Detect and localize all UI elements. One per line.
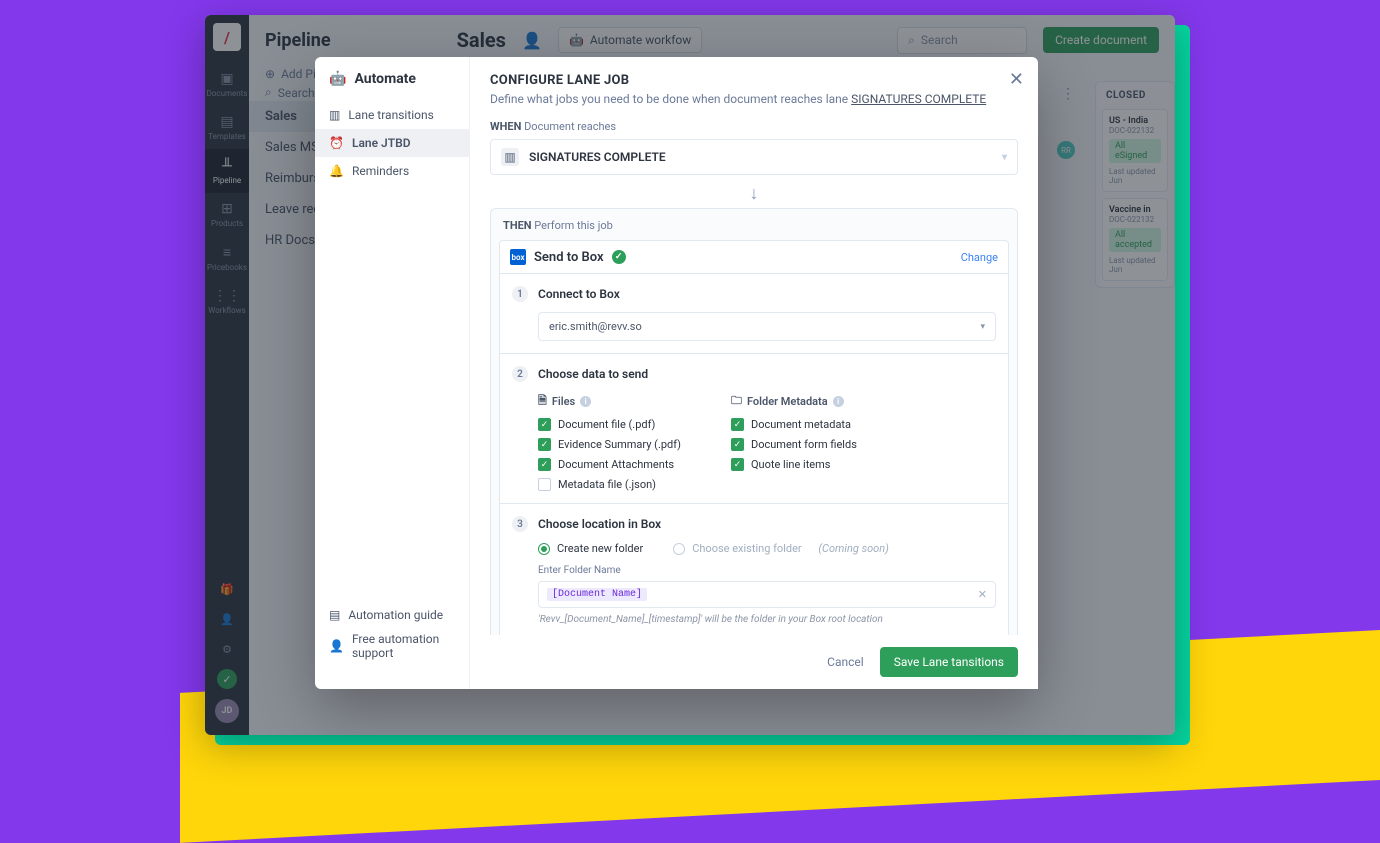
folder-name-label: Enter Folder Name [538, 565, 996, 576]
checkbox-option[interactable]: ✓Document file (.pdf) [538, 418, 681, 431]
checkbox-option[interactable]: Metadata file (.json) [538, 478, 681, 491]
info-icon[interactable]: i [833, 396, 844, 407]
box-logo-icon: box [510, 249, 526, 265]
columns-icon: ▥ [329, 108, 340, 122]
modal-description: Define what jobs you need to be done whe… [490, 92, 1018, 106]
checkbox-option[interactable]: ✓Document Attachments [538, 458, 681, 471]
clear-icon[interactable]: ✕ [978, 588, 987, 601]
folder-name-input[interactable]: [Document Name] ✕ [538, 581, 996, 608]
job-header: box Send to Box ✓ Change [499, 240, 1009, 274]
support-link[interactable]: 👤Free automation support [329, 627, 455, 665]
checkbox-option[interactable]: ✓Quote line items [731, 458, 857, 471]
nav-reminders[interactable]: 🔔Reminders [315, 157, 469, 185]
chevron-down-icon: ▾ [980, 322, 985, 332]
app-window: / ▣Documents ▤Templates ╨Pipeline ⊞Produ… [205, 15, 1175, 735]
lane-icon: ▥ [501, 148, 519, 166]
checkbox-option[interactable]: ✓Document form fields [731, 438, 857, 451]
book-icon: ▤ [329, 608, 340, 622]
automate-modal: 🤖Automate ▥Lane transitions ⏰Lane JTBD 🔔… [315, 57, 1038, 689]
modal-body: ✕ CONFIGURE LANE JOB Define what jobs yo… [470, 57, 1038, 689]
variable-tag[interactable]: [Document Name] [547, 588, 647, 601]
file-icon: 🗎 [538, 392, 547, 411]
chevron-down-icon: ▾ [1002, 152, 1007, 163]
arrow-down-icon: ↓ [490, 175, 1018, 208]
folder-icon: 🗀 [731, 392, 742, 411]
modal-footer: Cancel Save Lane tansitions [470, 635, 1038, 689]
modal-sidebar: 🤖Automate ▥Lane transitions ⏰Lane JTBD 🔔… [315, 57, 470, 689]
close-button[interactable]: ✕ [1009, 69, 1024, 90]
checkbox-option[interactable]: ✓Evidence Summary (.pdf) [538, 438, 681, 451]
lane-select[interactable]: ▥ SIGNATURES COMPLETE ▾ [490, 139, 1018, 175]
radio-create-folder[interactable]: Create new folder [538, 542, 643, 555]
folder-hint: 'Revv_[Document_Name]_[timestamp]' will … [538, 614, 996, 625]
nav-lane-jtbd[interactable]: ⏰Lane JTBD [315, 129, 469, 157]
cancel-button[interactable]: Cancel [827, 655, 864, 669]
bell-icon: 🔔 [329, 164, 344, 178]
radio-existing-folder: Choose existing folder (Coming soon) [673, 542, 889, 555]
automation-guide-link[interactable]: ▤Automation guide [329, 603, 455, 627]
info-icon[interactable]: i [580, 396, 591, 407]
check-icon: ✓ [612, 250, 626, 264]
modal-heading: CONFIGURE LANE JOB [490, 73, 1018, 88]
checkbox-option[interactable]: ✓Document metadata [731, 418, 857, 431]
headset-icon: 👤 [329, 639, 344, 653]
robot-icon: 🤖 [329, 71, 346, 87]
clock-icon: ⏰ [329, 136, 344, 150]
account-select[interactable]: eric.smith@revv.so▾ [538, 312, 996, 341]
nav-lane-transitions[interactable]: ▥Lane transitions [315, 101, 469, 129]
change-link[interactable]: Change [961, 251, 998, 264]
save-button[interactable]: Save Lane tansitions [880, 647, 1018, 677]
